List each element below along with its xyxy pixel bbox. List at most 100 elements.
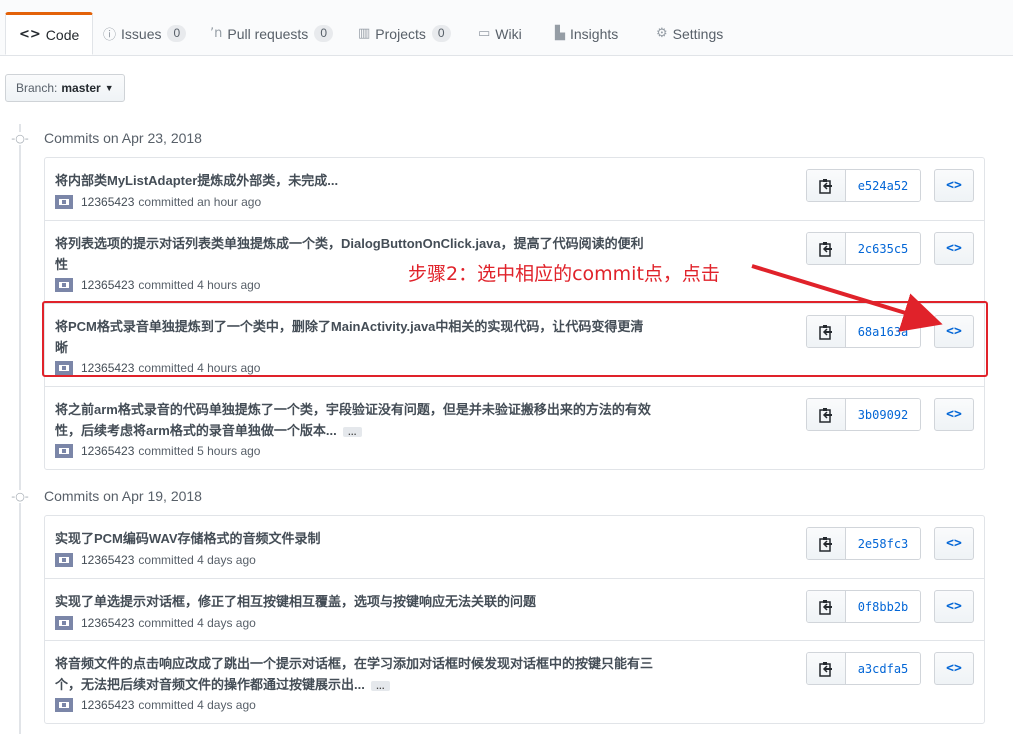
caret-down-icon: ▼ bbox=[104, 83, 114, 93]
branch-select-button[interactable]: Branch: master ▼ bbox=[5, 74, 125, 102]
commit-message[interactable]: 将内部类MyListAdapter提炼成外部类，未完成... bbox=[55, 170, 655, 191]
commit-time: 4 hours ago bbox=[197, 278, 261, 292]
commit-message-text: 将内部类MyListAdapter提炼成外部类，未完成... bbox=[55, 173, 339, 188]
pull-requests-counter: 0 bbox=[314, 25, 333, 42]
repo-nav: <> Code ⓘ Issues 0 ʼn Pull requests 0 ▥ … bbox=[0, 0, 1013, 56]
tab-settings[interactable]: ⚙ Settings bbox=[650, 12, 729, 55]
tab-insights[interactable]: ▙ Insights bbox=[549, 12, 624, 55]
commit-action: committed bbox=[138, 195, 194, 209]
tab-label: Projects bbox=[375, 25, 426, 42]
sha-button-group: 3b09092 bbox=[806, 398, 921, 431]
commit-author[interactable]: 12365423 bbox=[81, 195, 134, 209]
book-icon: ▭ bbox=[478, 26, 491, 41]
commit-time: 5 hours ago bbox=[197, 444, 261, 458]
commit-message[interactable]: 实现了单选提示对话框，修正了相互按键相互覆盖，选项与按键响应无法关联的问题 bbox=[55, 591, 655, 612]
commit-message[interactable]: 将PCM格式录音单独提炼到了一个类中，删除了MainActivity.java中… bbox=[55, 316, 655, 358]
commit-author[interactable]: 12365423 bbox=[81, 278, 134, 292]
code-icon: <> bbox=[19, 27, 41, 42]
browse-repo-at-commit-button[interactable]: <> bbox=[934, 169, 974, 202]
commit-action: committed bbox=[138, 553, 194, 567]
commit-author[interactable]: 12365423 bbox=[81, 616, 134, 630]
copy-sha-button[interactable] bbox=[807, 316, 846, 347]
tab-pull-requests[interactable]: ʼn Pull requests 0 bbox=[204, 12, 339, 55]
tab-label: Code bbox=[45, 26, 80, 43]
browse-repo-at-commit-button[interactable]: <> bbox=[934, 315, 974, 348]
commit-group-date: Commits on Apr 19, 2018 bbox=[44, 488, 202, 504]
commit-meta: 12365423 committed 4 days ago bbox=[55, 553, 256, 567]
browse-repo-at-commit-button[interactable]: <> bbox=[934, 590, 974, 623]
tab-projects[interactable]: ▥ Projects 0 bbox=[352, 12, 457, 55]
commit-message[interactable]: 将音频文件的点击响应改成了跳出一个提示对话框，在学习添加对话框时候发现对话框中的… bbox=[55, 653, 655, 695]
commit-action: committed bbox=[138, 278, 194, 292]
avatar bbox=[55, 361, 73, 375]
avatar bbox=[55, 195, 73, 209]
avatar bbox=[55, 698, 73, 712]
commit-sha-link[interactable]: 3b09092 bbox=[846, 399, 920, 430]
commit-row: 将音频文件的点击响应改成了跳出一个提示对话框，在学习添加对话框时候发现对话框中的… bbox=[45, 640, 984, 723]
branch-label: Branch: bbox=[16, 81, 58, 95]
browse-repo-at-commit-button[interactable]: <> bbox=[934, 398, 974, 431]
copy-sha-button[interactable] bbox=[807, 591, 846, 622]
annotation-text: 步骤2：选中相应的commit点，点击 bbox=[408, 263, 720, 285]
clipboard-icon bbox=[819, 407, 832, 423]
commit-action: committed bbox=[138, 444, 194, 458]
commit-time: 4 days ago bbox=[197, 616, 256, 630]
tab-label: Insights bbox=[570, 25, 619, 42]
commit-message[interactable]: 将之前arm格式录音的代码单独提炼了一个类，宇段验证没有问题，但是并未验证搬移出… bbox=[55, 399, 655, 441]
commit-message[interactable]: 实现了PCM编码WAV存储格式的音频文件录制 bbox=[55, 528, 655, 549]
commit-time: an hour ago bbox=[197, 195, 262, 209]
commit-row: 将内部类MyListAdapter提炼成外部类，未完成... 12365423 … bbox=[45, 158, 984, 220]
branch-name: master bbox=[61, 81, 101, 95]
commit-list: 将内部类MyListAdapter提炼成外部类，未完成... 12365423 … bbox=[44, 157, 985, 470]
commit-sha-link[interactable]: 0f8bb2b bbox=[846, 591, 920, 622]
commit-time: 4 hours ago bbox=[197, 361, 261, 375]
commit-action: committed bbox=[138, 361, 194, 375]
gear-icon: ⚙ bbox=[656, 26, 668, 41]
browse-repo-at-commit-button[interactable]: <> bbox=[934, 527, 974, 560]
commit-sha-link[interactable]: 2e58fc3 bbox=[846, 528, 920, 559]
tab-code[interactable]: <> Code bbox=[5, 12, 94, 55]
issues-counter: 0 bbox=[167, 25, 187, 42]
copy-sha-button[interactable] bbox=[807, 399, 846, 430]
commit-node-icon: -○- bbox=[10, 489, 30, 503]
tab-issues[interactable]: ⓘ Issues 0 bbox=[97, 12, 192, 55]
tab-label: Settings bbox=[672, 25, 724, 42]
avatar bbox=[55, 616, 73, 630]
commit-message-text: 实现了PCM编码WAV存储格式的音频文件录制 bbox=[55, 531, 321, 546]
commit-action: committed bbox=[138, 616, 194, 630]
tab-label: Wiki bbox=[495, 25, 522, 42]
commit-author[interactable]: 12365423 bbox=[81, 444, 134, 458]
copy-sha-button[interactable] bbox=[807, 233, 846, 264]
commit-sha-link[interactable]: e524a52 bbox=[846, 170, 920, 201]
browse-repo-at-commit-button[interactable]: <> bbox=[934, 652, 974, 685]
sha-button-group: 2c635c5 bbox=[806, 232, 921, 265]
commit-message-text: 实现了单选提示对话框，修正了相互按键相互覆盖，选项与按键响应无法关联的问题 bbox=[55, 594, 537, 609]
commit-meta: 12365423 committed 4 hours ago bbox=[55, 361, 260, 375]
tab-label: Issues bbox=[121, 25, 162, 42]
commit-group-date: Commits on Apr 23, 2018 bbox=[44, 130, 202, 146]
commit-sha-link[interactable]: a3cdfa5 bbox=[846, 653, 920, 684]
clipboard-icon bbox=[819, 241, 832, 257]
commit-list: 实现了PCM编码WAV存储格式的音频文件录制 12365423 committe… bbox=[44, 515, 985, 724]
expand-message-button[interactable]: … bbox=[370, 680, 390, 691]
commit-message-text: 将PCM格式录音单独提炼到了一个类中，删除了MainActivity.java中… bbox=[55, 319, 644, 355]
commit-action: committed bbox=[138, 698, 194, 712]
copy-sha-button[interactable] bbox=[807, 653, 846, 684]
tab-wiki[interactable]: ▭ Wiki bbox=[472, 12, 528, 55]
commit-row: 实现了PCM编码WAV存储格式的音频文件录制 12365423 committe… bbox=[45, 516, 984, 578]
commit-author[interactable]: 12365423 bbox=[81, 361, 134, 375]
commit-row: 将PCM格式录音单独提炼到了一个类中，删除了MainActivity.java中… bbox=[45, 303, 984, 386]
commit-time: 4 days ago bbox=[197, 698, 256, 712]
browse-repo-at-commit-button[interactable]: <> bbox=[934, 232, 974, 265]
sha-button-group: e524a52 bbox=[806, 169, 921, 202]
project-icon: ▥ bbox=[358, 26, 371, 41]
timeline-line bbox=[19, 124, 21, 734]
commit-author[interactable]: 12365423 bbox=[81, 553, 134, 567]
commit-sha-link[interactable]: 2c635c5 bbox=[846, 233, 920, 264]
copy-sha-button[interactable] bbox=[807, 170, 846, 201]
sha-button-group: a3cdfa5 bbox=[806, 652, 921, 685]
commit-author[interactable]: 12365423 bbox=[81, 698, 134, 712]
commit-sha-link[interactable]: 68a163a bbox=[846, 316, 920, 347]
copy-sha-button[interactable] bbox=[807, 528, 846, 559]
expand-message-button[interactable]: … bbox=[342, 426, 362, 437]
